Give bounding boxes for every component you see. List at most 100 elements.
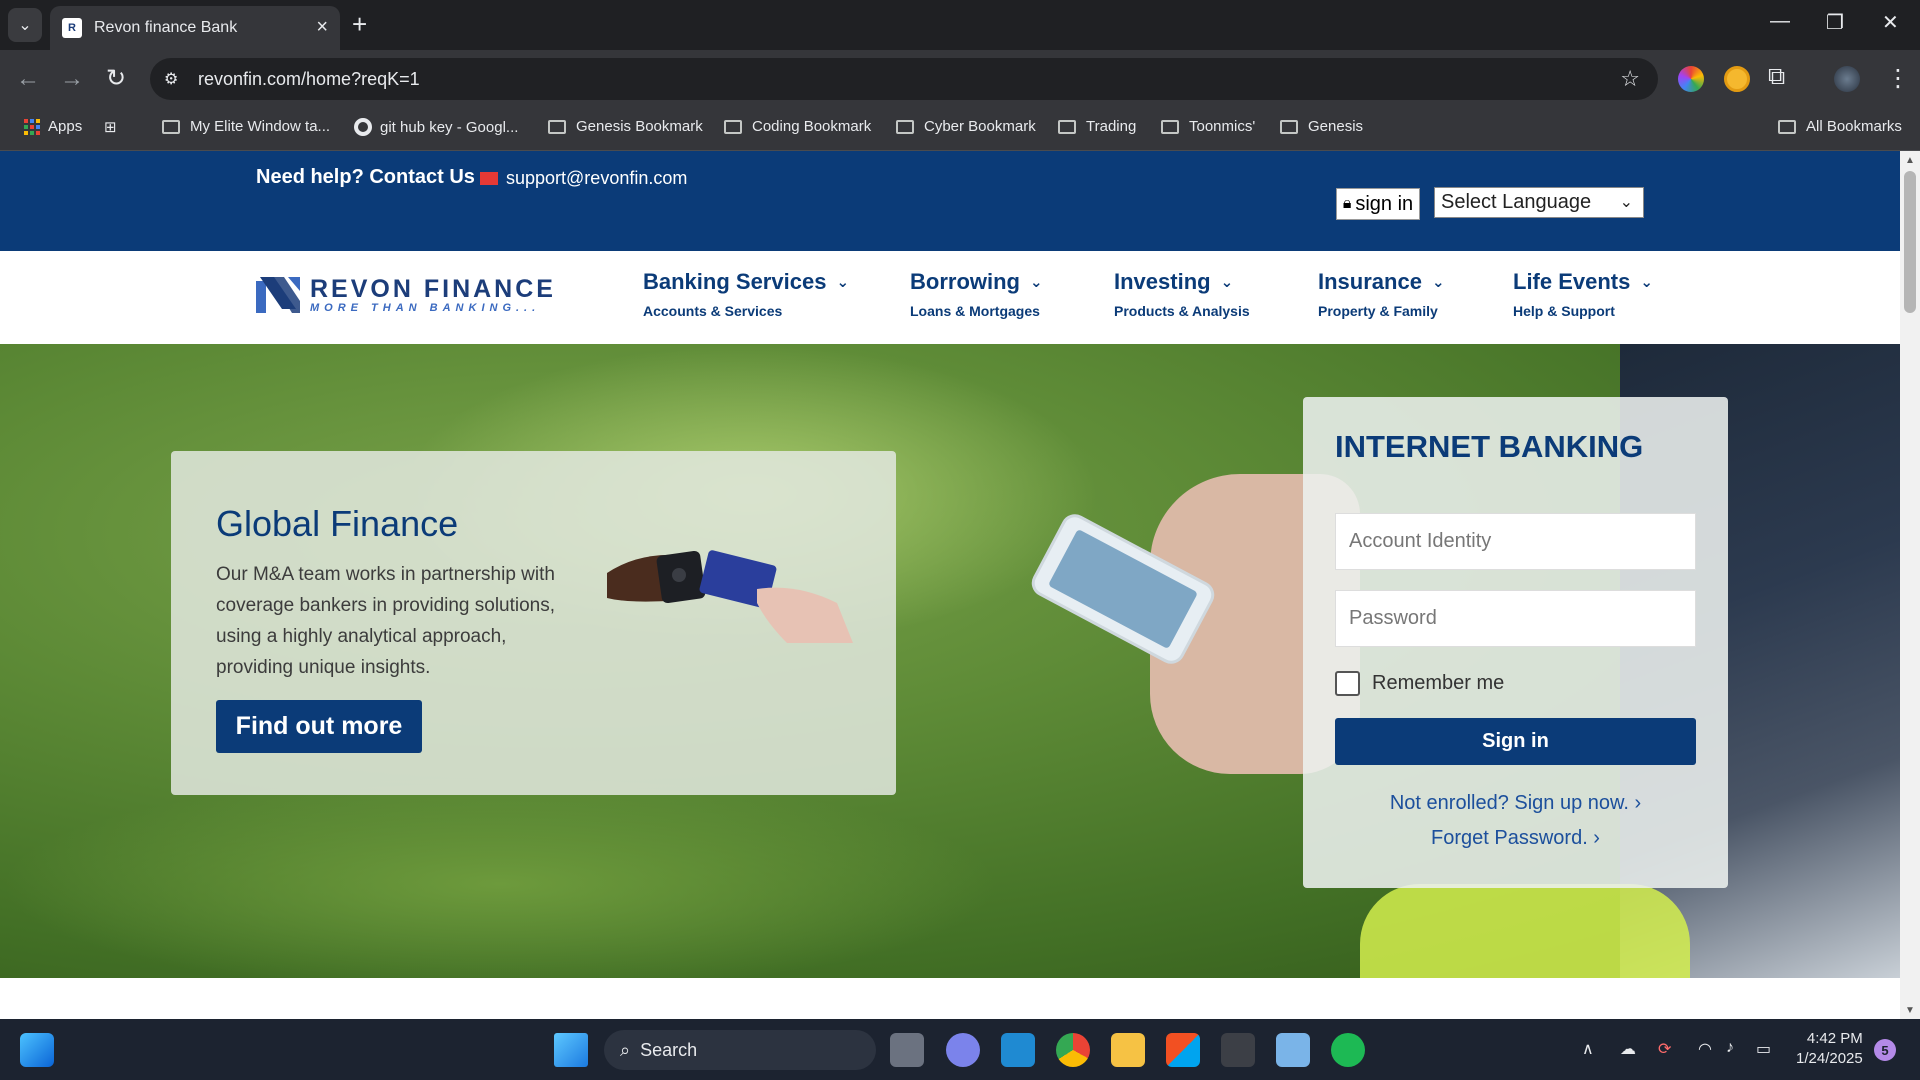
nav-subtitle: Accounts & Services [643,303,783,319]
folder-icon [1058,119,1076,134]
onedrive-icon[interactable]: ☁ [1620,1039,1636,1059]
remember-me-label: Remember me [1372,672,1505,694]
chevron-down-icon: ⌄ [1619,194,1633,211]
spotify-icon[interactable] [1331,1033,1365,1067]
restore-icon[interactable]: ❐ [1826,10,1844,35]
page-scrollbar[interactable]: ▲ ▼ [1900,151,1920,1019]
bookmark-label: Apps [48,118,83,135]
remember-me-row[interactable]: Remember me [1335,671,1504,696]
top-signin-button[interactable]: 🔒︎ sign in [1336,188,1420,220]
enroll-link[interactable]: Not enrolled? Sign up now. › [1303,792,1728,815]
hero-banner: Global Finance Our M&A team works in par… [0,344,1900,978]
chevron-down-icon: ⌄ [1640,274,1653,291]
wifi-icon[interactable]: ◠ [1698,1039,1712,1059]
widgets-icon[interactable] [20,1033,54,1067]
nav-banking-services[interactable]: Banking Services ⌄ Accounts & Services [643,269,849,319]
extension-coin-icon[interactable] [1724,66,1750,92]
url-text[interactable]: revonfin.com/home?reqK=1 [198,69,420,90]
active-tab[interactable]: R Revon finance Bank × [50,6,340,50]
virtualbox-icon[interactable] [1276,1033,1310,1067]
vscode-icon[interactable] [1001,1033,1035,1067]
chevron-down-icon: ⌄ [1220,274,1234,291]
scrollbar-thumb[interactable] [1904,171,1916,313]
battery-icon[interactable]: ▭ [1756,1039,1771,1059]
back-icon[interactable]: ← [16,65,40,93]
logo-mark-icon [256,277,300,313]
reload-icon[interactable]: ↻ [106,65,126,93]
close-tab-icon[interactable]: × [316,16,328,39]
task-view-icon[interactable] [890,1033,924,1067]
profile-avatar[interactable] [1834,66,1860,92]
bookmark-label: My Elite Window ta... [190,118,331,135]
bookmark-label: Genesis [1308,118,1364,135]
windows-taskbar: ⌕ Search ∧ ☁ ⟳ ◠ ♪ ▭ 4:42 PM 1/24/2025 5 [0,1019,1920,1080]
password-input[interactable]: Password [1335,590,1696,647]
show-hidden-icons-icon[interactable]: ∧ [1582,1039,1594,1059]
extension-color-icon[interactable] [1678,66,1704,92]
chrome-icon[interactable] [1056,1033,1090,1067]
sync-icon[interactable]: ⟳ [1658,1039,1671,1059]
nav-title: Investing [1114,269,1211,294]
bookmark-folder[interactable]: Coding Bookmark [724,118,871,135]
bookmarks-bar: Apps ⊞ My Elite Window ta... git hub key… [0,108,1920,151]
microsoft-store-icon[interactable] [1166,1033,1200,1067]
nav-subtitle: Products & Analysis [1114,303,1250,319]
nav-borrowing[interactable]: Borrowing ⌄ Loans & Mortgages [910,269,1043,319]
new-tab-button[interactable]: + [352,10,367,38]
close-window-icon[interactable]: ✕ [1882,10,1899,35]
all-bookmarks[interactable]: All Bookmarks [1778,118,1902,135]
taskbar-search[interactable]: ⌕ Search [604,1030,876,1070]
folder-icon [162,119,180,134]
revon-logo[interactable]: REVON FINANCE MORE THAN BANKING... [254,275,556,315]
folder-icon [1778,119,1796,134]
bookmark-link[interactable]: git hub key - Googl... [354,118,518,136]
nav-life-events[interactable]: Life Events ⌄ Help & Support [1513,269,1653,319]
find-out-more-button[interactable]: Find out more [216,700,422,753]
windows-start-icon[interactable] [554,1033,588,1067]
nav-insurance[interactable]: Insurance ⌄ Property & Family [1318,269,1445,319]
teams-icon[interactable] [946,1033,980,1067]
bookmark-folder[interactable]: Genesis [1280,118,1363,135]
bookmark-folder[interactable]: Cyber Bookmark [896,118,1036,135]
tab-title: Revon finance Bank [94,19,238,36]
bookmark-folder[interactable]: My Elite Window ta... [162,118,330,135]
scroll-up-icon[interactable]: ▲ [1905,155,1915,166]
search-label: Search [640,1039,698,1060]
promo-title: Global Finance [216,503,459,544]
terminal-icon[interactable] [1221,1033,1255,1067]
site-info-icon[interactable]: ⚙ [164,69,186,89]
system-clock[interactable]: 4:42 PM 1/24/2025 [1796,1029,1863,1069]
remember-me-checkbox[interactable] [1335,671,1360,696]
file-explorer-icon[interactable] [1111,1033,1145,1067]
tab-strip: ⌄ R Revon finance Bank × + — ❐ ✕ [0,0,1920,50]
address-bar[interactable]: ⚙ revonfin.com/home?reqK=1 ☆ [150,58,1658,100]
promo-card: Global Finance Our M&A team works in par… [171,451,896,795]
volume-icon[interactable]: ♪ [1726,1039,1734,1057]
extensions-puzzle-icon[interactable]: ⧉ [1768,63,1785,91]
nav-investing[interactable]: Investing ⌄ Products & Analysis [1114,269,1250,319]
internet-banking-panel: INTERNET BANKING Account Identity Passwo… [1303,397,1728,888]
bookmark-apps[interactable]: Apps [24,118,82,135]
login-title: INTERNET BANKING [1335,429,1644,464]
browser-menu-icon[interactable]: ⋮ [1886,65,1910,93]
forward-icon[interactable]: → [60,65,84,93]
notification-badge[interactable]: 5 [1874,1039,1896,1061]
language-select[interactable]: Select Language ⌄ [1434,187,1644,218]
google-icon [354,118,372,136]
bookmark-folder[interactable]: Toonmics' [1161,118,1255,135]
minimize-icon[interactable]: — [1770,10,1790,33]
bookmark-folder[interactable]: Genesis Bookmark [548,118,703,135]
bookmark-star-icon[interactable]: ☆ [1620,66,1640,92]
bookmark-label: Cyber Bookmark [924,118,1036,135]
account-identity-input[interactable]: Account Identity [1335,513,1696,570]
bookmark-folder[interactable]: Trading [1058,118,1136,135]
apps-grid-icon [24,118,40,135]
tab-groups-icon[interactable]: ⊞ [104,118,117,136]
tab-search-button[interactable]: ⌄ [8,8,42,42]
sign-in-button[interactable]: Sign in [1335,718,1696,765]
support-email-link[interactable]: support@revonfin.com [480,168,687,189]
forgot-password-link[interactable]: Forget Password. › [1303,827,1728,850]
envelope-icon [480,172,498,185]
scroll-down-icon[interactable]: ▼ [1905,1005,1915,1016]
support-email[interactable]: support@revonfin.com [506,168,687,189]
